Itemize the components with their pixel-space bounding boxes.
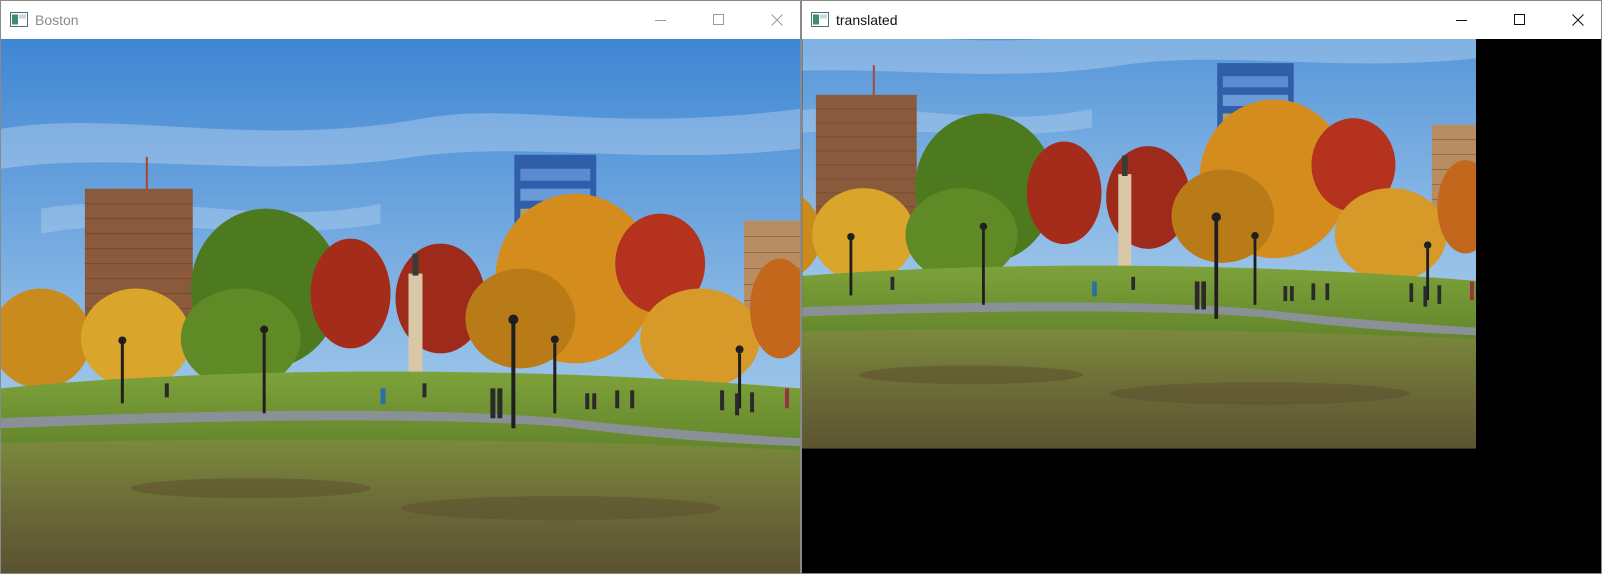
minimize-button[interactable] [1439, 1, 1485, 39]
minimize-button[interactable] [638, 1, 684, 39]
close-icon [1572, 14, 1584, 26]
minimize-icon [1456, 20, 1467, 21]
image-display-translated [802, 39, 1601, 573]
window-title: Boston [35, 12, 79, 28]
title-bar[interactable]: Boston [1, 1, 800, 39]
boston-common-photo [1, 39, 800, 573]
app-window-icon [10, 12, 28, 27]
close-button[interactable] [754, 1, 800, 39]
window-translated[interactable]: translated [801, 0, 1602, 574]
translated-photo [802, 39, 1601, 573]
close-button[interactable] [1555, 1, 1601, 39]
image-display-boston [1, 39, 800, 573]
maximize-button[interactable] [696, 1, 742, 39]
maximize-icon [713, 14, 724, 25]
title-bar[interactable]: translated [802, 1, 1601, 39]
app-window-icon [811, 12, 829, 27]
maximize-button[interactable] [1497, 1, 1543, 39]
maximize-icon [1514, 14, 1525, 25]
minimize-icon [655, 20, 666, 21]
close-icon [771, 14, 783, 26]
window-boston[interactable]: Boston [0, 0, 801, 574]
window-title: translated [836, 12, 898, 28]
